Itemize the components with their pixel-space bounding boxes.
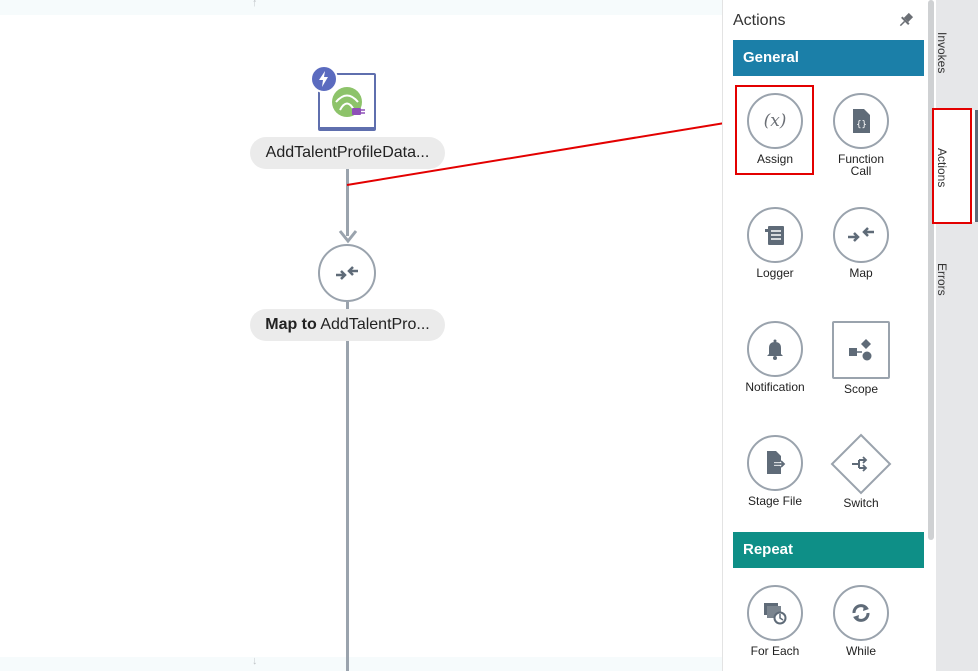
action-while[interactable]: While — [823, 585, 899, 657]
switch-icon — [830, 433, 892, 495]
flow-arrowhead-icon — [338, 230, 358, 244]
action-logger-label: Logger — [756, 266, 794, 280]
scope-icon — [832, 321, 890, 379]
pin-icon[interactable] — [897, 11, 915, 29]
stage-file-icon — [747, 435, 803, 491]
svg-text:{}: {} — [856, 120, 867, 130]
flow-connector — [346, 340, 349, 671]
action-switch-label: Switch — [843, 496, 879, 510]
map-node-label[interactable]: Map to AddTalentPro... — [250, 309, 445, 341]
scroll-up-arrow-icon[interactable]: ↑ — [252, 0, 258, 9]
function-call-icon: {} — [833, 93, 889, 149]
tab-invokes-label: Invokes — [935, 32, 949, 74]
canvas-bottom-scroll-band — [0, 657, 722, 671]
assign-highlight-box — [735, 85, 814, 175]
trigger-node-label-text: AddTalentProfileData... — [265, 144, 430, 161]
action-notification[interactable]: Notification — [737, 321, 813, 393]
trigger-lightning-icon — [310, 65, 338, 93]
action-scope[interactable]: Scope — [823, 321, 899, 395]
tab-errors[interactable]: Errors — [935, 225, 978, 325]
integration-canvas[interactable]: ↑ ↓ AddTalentProfileData... Map to AddTa… — [0, 0, 722, 671]
action-map-label: Map — [849, 266, 873, 280]
actions-panel-title: Actions — [733, 12, 786, 29]
section-repeat-header[interactable]: Repeat — [733, 532, 924, 568]
action-logger[interactable]: Logger — [737, 207, 813, 279]
action-scope-label: Scope — [843, 382, 879, 396]
flow-connector — [346, 168, 349, 236]
scroll-down-arrow-icon[interactable]: ↓ — [252, 655, 258, 667]
map-node-label-bold: Map to — [265, 316, 317, 333]
map-node[interactable] — [318, 244, 376, 302]
map-icon — [336, 266, 358, 280]
action-switch[interactable]: Switch — [823, 433, 899, 509]
action-stage-file-label: Stage File — [747, 494, 803, 508]
map-node-label-text: AddTalentPro... — [320, 316, 430, 333]
actions-panel-scrollbar[interactable] — [928, 0, 934, 540]
action-notification-label: Notification — [745, 380, 805, 394]
action-while-label: While — [845, 644, 876, 658]
action-for-each-label: For Each — [750, 644, 800, 658]
action-map[interactable]: Map — [823, 207, 899, 279]
while-icon — [833, 585, 889, 641]
logger-icon — [747, 207, 803, 263]
map-icon — [833, 207, 889, 263]
action-function-call-label: Function Call — [837, 152, 885, 178]
notification-icon — [747, 321, 803, 377]
canvas-top-scroll-band — [0, 0, 722, 15]
trigger-node-label[interactable]: AddTalentProfileData... — [250, 137, 445, 169]
action-for-each[interactable]: For Each — [737, 585, 813, 657]
tab-errors-label: Errors — [935, 263, 949, 296]
tab-invokes[interactable]: Invokes — [935, 0, 978, 105]
action-function-call[interactable]: {} Function Call — [823, 93, 899, 177]
action-stage-file[interactable]: Stage File — [737, 435, 813, 507]
for-each-icon — [747, 585, 803, 641]
section-general-header[interactable]: General — [733, 40, 924, 76]
actions-tab-highlight-box — [932, 108, 972, 224]
side-tabs: Invokes Actions Errors — [935, 0, 978, 671]
